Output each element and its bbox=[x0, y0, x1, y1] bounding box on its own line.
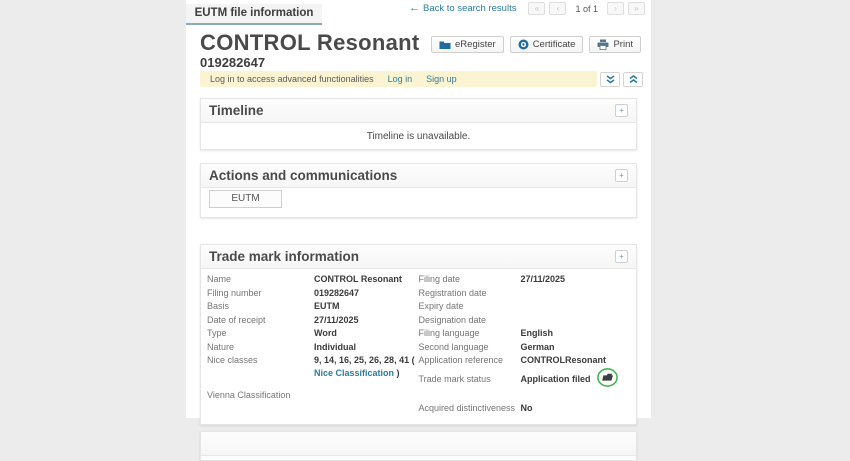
timeline-header: Timeline + bbox=[201, 99, 636, 123]
field-application-reference: Application reference CONTROLResonant bbox=[419, 354, 631, 367]
back-arrow-icon: ← bbox=[409, 4, 420, 13]
field-acquired-distinctiveness: Acquired distinctiveness No bbox=[419, 402, 631, 415]
nice-classification-link[interactable]: Nice Classification bbox=[314, 368, 394, 378]
main-content: EUTM file information ← Back to search r… bbox=[186, 0, 651, 418]
login-row: Log in to access advanced functionalitie… bbox=[200, 71, 637, 87]
double-chevron-down-icon bbox=[606, 72, 615, 87]
eregister-button[interactable]: eRegister bbox=[431, 36, 504, 53]
timeline-title: Timeline bbox=[209, 103, 264, 118]
trademark-right-column: Filing date 27/11/2025 Registration date… bbox=[419, 273, 631, 415]
top-bar: EUTM file information ← Back to search r… bbox=[200, 0, 637, 25]
field-date-of-receipt: Date of receipt 27/11/2025 bbox=[207, 314, 419, 327]
actions-toggle-button[interactable]: + bbox=[615, 169, 628, 182]
trademark-toggle-button[interactable]: + bbox=[615, 250, 628, 263]
field-type: Type Word bbox=[207, 327, 419, 340]
actions-section: Actions and communications + EUTM bbox=[200, 163, 637, 218]
tab-eutm[interactable]: EUTM bbox=[209, 190, 282, 208]
actions-header: Actions and communications + bbox=[201, 164, 636, 188]
field-filing-language: Filing language English bbox=[419, 327, 631, 340]
timeline-section: Timeline + Timeline is unavailable. bbox=[200, 98, 637, 150]
actions-body: EUTM bbox=[201, 188, 636, 217]
field-second-language: Second language German bbox=[419, 341, 631, 354]
fold-controls bbox=[600, 72, 643, 87]
field-vienna-classification: Vienna Classification bbox=[207, 389, 419, 402]
application-filed-status-icon bbox=[597, 368, 618, 392]
next-section-partial bbox=[200, 431, 637, 461]
actions-title: Actions and communications bbox=[209, 168, 397, 183]
previous-result-button[interactable]: ‹ bbox=[549, 2, 566, 15]
header-actions: eRegister Certificate Print bbox=[431, 36, 641, 53]
last-result-button[interactable]: » bbox=[628, 2, 645, 15]
log-in-link[interactable]: Log in bbox=[388, 74, 413, 84]
timeline-toggle-button[interactable]: + bbox=[615, 104, 628, 117]
double-chevron-up-icon bbox=[629, 72, 638, 87]
pagination-status: 1 of 1 bbox=[575, 4, 598, 14]
field-basis: Basis EUTM bbox=[207, 300, 419, 313]
print-label: Print bbox=[613, 39, 633, 50]
field-trademark-status: Trade mark status Application filed bbox=[419, 368, 631, 392]
certificate-icon bbox=[518, 39, 529, 50]
eregister-label: eRegister bbox=[455, 39, 496, 50]
trademark-section: Trade mark information + Name CONTROL Re… bbox=[200, 244, 637, 425]
next-result-button[interactable]: › bbox=[607, 2, 624, 15]
printer-icon bbox=[597, 39, 609, 50]
sign-up-link[interactable]: Sign up bbox=[426, 74, 457, 84]
nice-classes-value: 9, 14, 16, 25, 26, 28, 41 ( bbox=[314, 355, 415, 365]
field-filing-number: Filing number 019282647 bbox=[207, 287, 419, 300]
back-link-label: Back to search results bbox=[423, 3, 516, 14]
trademark-body: Name CONTROL Resonant Filing number 0192… bbox=[201, 269, 636, 424]
folder-icon bbox=[439, 40, 451, 50]
print-button[interactable]: Print bbox=[589, 36, 641, 53]
login-banner: Log in to access advanced functionalitie… bbox=[200, 71, 597, 87]
filing-number-heading: 019282647 bbox=[200, 55, 637, 70]
trademark-header: Trade mark information + bbox=[201, 245, 636, 269]
trademark-title: Trade mark information bbox=[209, 249, 359, 264]
field-filing-date: Filing date 27/11/2025 bbox=[419, 273, 631, 286]
field-expiry-date: Expiry date bbox=[419, 300, 631, 313]
certificate-button[interactable]: Certificate bbox=[510, 36, 584, 53]
back-to-search-results-link[interactable]: ← Back to search results bbox=[409, 3, 516, 14]
certificate-label: Certificate bbox=[533, 39, 576, 50]
first-result-button[interactable]: « bbox=[528, 2, 545, 15]
page-header: CONTROL Resonant 019282647 eRegister Cer… bbox=[200, 30, 637, 70]
field-nature: Nature Individual bbox=[207, 341, 419, 354]
field-registration-date: Registration date bbox=[419, 287, 631, 300]
timeline-empty-message: Timeline is unavailable. bbox=[201, 123, 636, 149]
login-message: Log in to access advanced functionalitie… bbox=[210, 74, 374, 84]
field-designation-date: Designation date bbox=[419, 314, 631, 327]
tab-eutm-file-information[interactable]: EUTM file information bbox=[186, 4, 322, 25]
trademark-left-column: Name CONTROL Resonant Filing number 0192… bbox=[207, 273, 419, 415]
results-navigation: ← Back to search results « ‹ 1 of 1 › » bbox=[409, 2, 645, 15]
next-section-header bbox=[201, 432, 636, 456]
collapse-all-button[interactable] bbox=[600, 72, 620, 87]
field-name: Name CONTROL Resonant bbox=[207, 273, 419, 286]
field-nice-classes: Nice classes 9, 14, 16, 25, 26, 28, 41 (… bbox=[207, 354, 419, 380]
expand-all-button[interactable] bbox=[623, 72, 643, 87]
